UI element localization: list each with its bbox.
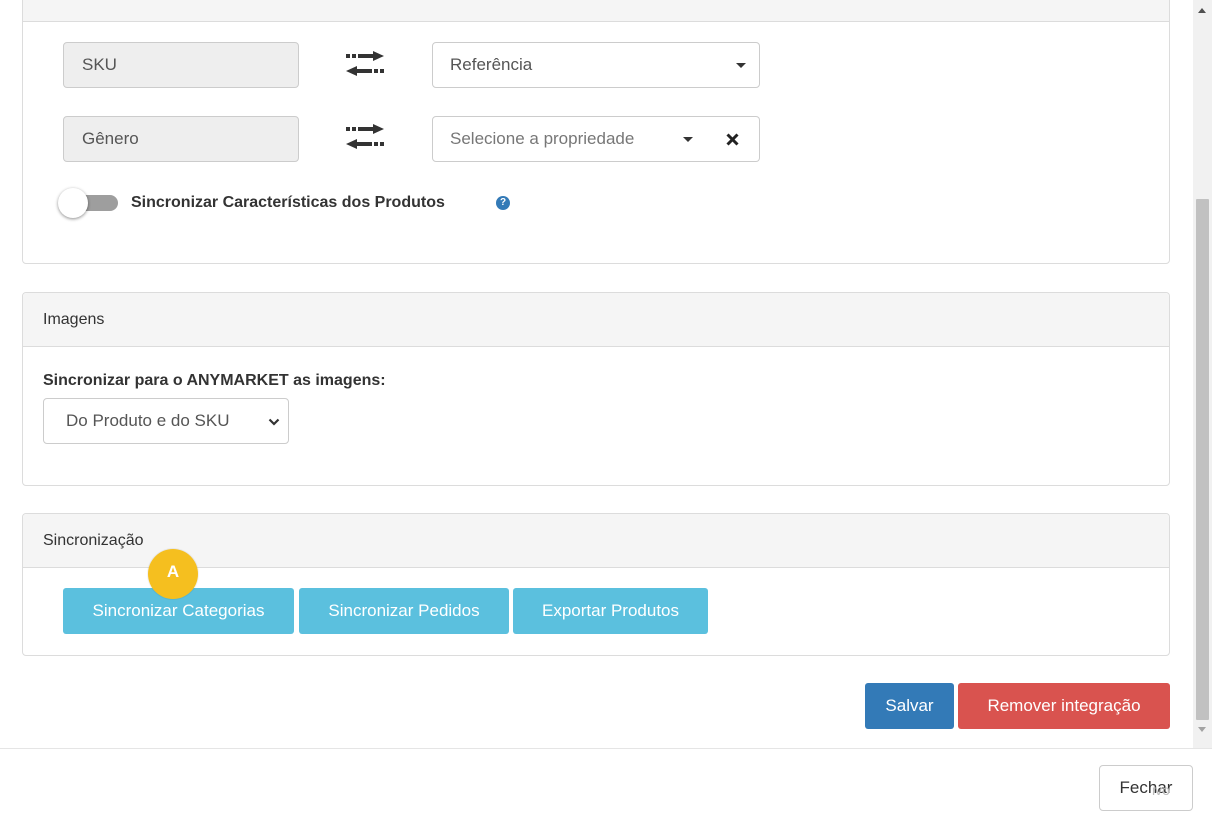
close-button[interactable]: Fechar [1099,765,1193,811]
annotation-badge: A [148,549,198,599]
caret-down-icon [736,63,746,68]
target-property-select-1[interactable]: Referência [432,42,760,88]
toggle-knob [58,188,88,218]
sync-orders-button[interactable]: Sincronizar Pedidos [299,588,509,634]
background-ghost-text: ivo [1152,782,1170,798]
scroll-down-arrow-icon[interactable] [1198,727,1206,732]
images-panel-heading: Imagens [23,293,1169,347]
sync-characteristics-label: Sincronizar Características dos Produtos [131,194,445,211]
scroll-thumb[interactable] [1196,199,1209,720]
exchange-arrows-icon [346,124,384,149]
caret-down-icon [683,137,693,142]
target-property-value: Referência [450,55,533,74]
images-selected-option: Do Produto e do SKU [66,411,230,430]
exchange-arrows-icon [346,51,384,76]
attributes-panel-heading [23,0,1169,22]
clear-property-button[interactable] [706,116,760,162]
attribute-source-sku: SKU [63,42,299,88]
target-property-select-2[interactable]: Selecione a propriedade [432,116,707,162]
scroll-up-arrow-icon[interactable] [1198,8,1206,13]
sync-characteristics-toggle[interactable] [58,188,118,218]
question-circle-icon[interactable]: ? [496,196,510,210]
modal-body: SKU Referência Gênero Selecione a propri… [0,0,1193,748]
times-icon [726,132,739,146]
vertical-scrollbar[interactable] [1193,0,1212,748]
modal-footer: Fechar ivo [0,748,1212,824]
target-property-placeholder: Selecione a propriedade [450,129,635,148]
export-products-button[interactable]: Exportar Produtos [513,588,708,634]
remove-integration-button[interactable]: Remover integração [958,683,1170,729]
sync-panel-heading: Sincronização [23,514,1169,568]
save-button[interactable]: Salvar [865,683,954,729]
attribute-source-genero: Gênero [63,116,299,162]
chevron-down-icon [268,418,280,426]
images-source-select[interactable]: Do Produto e do SKU [43,398,289,444]
images-field-label: Sincronizar para o ANYMARKET as imagens: [43,372,386,389]
